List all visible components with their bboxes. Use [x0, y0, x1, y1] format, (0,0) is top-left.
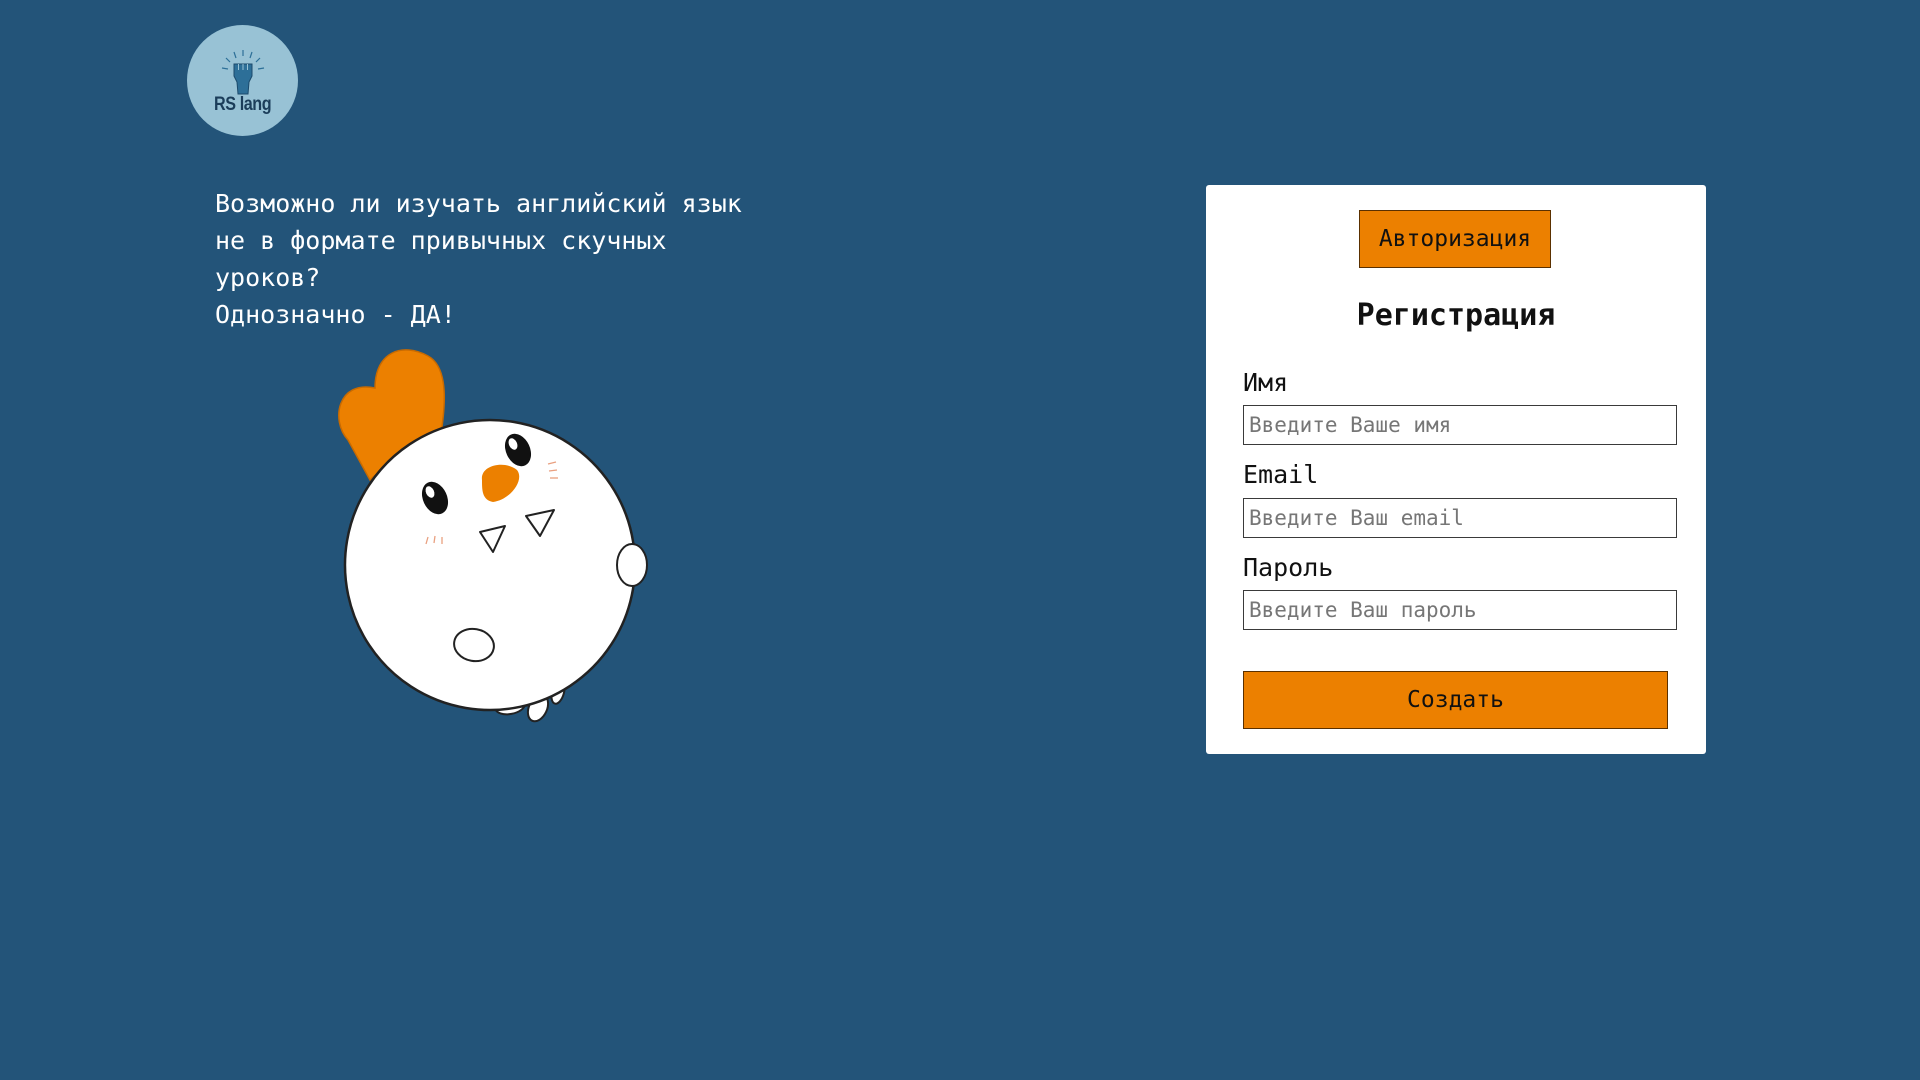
create-button[interactable]: Создать — [1243, 671, 1668, 729]
name-field-label: Имя — [1243, 368, 1289, 397]
name-field[interactable] — [1243, 405, 1677, 445]
email-field[interactable] — [1243, 498, 1677, 538]
password-field[interactable] — [1243, 590, 1677, 630]
form-title: Регистрация — [1356, 298, 1556, 333]
intro-text: Возможно ли изучать английский язык не в… — [215, 189, 742, 329]
logo[interactable]: RS lang — [187, 25, 298, 136]
registration-card: Авторизация Регистрация Имя Email Пароль… — [1206, 185, 1706, 754]
auth-tab-button[interactable]: Авторизация — [1359, 210, 1551, 268]
email-field-label: Email — [1243, 460, 1319, 489]
raised-fist-icon — [221, 49, 264, 94]
password-field-label: Пароль — [1243, 553, 1334, 582]
page: RS lang Возможно ли изучать английский я… — [0, 0, 1920, 1080]
logo-text: RS lang — [213, 93, 272, 115]
chicken-mascot-icon — [338, 349, 648, 723]
